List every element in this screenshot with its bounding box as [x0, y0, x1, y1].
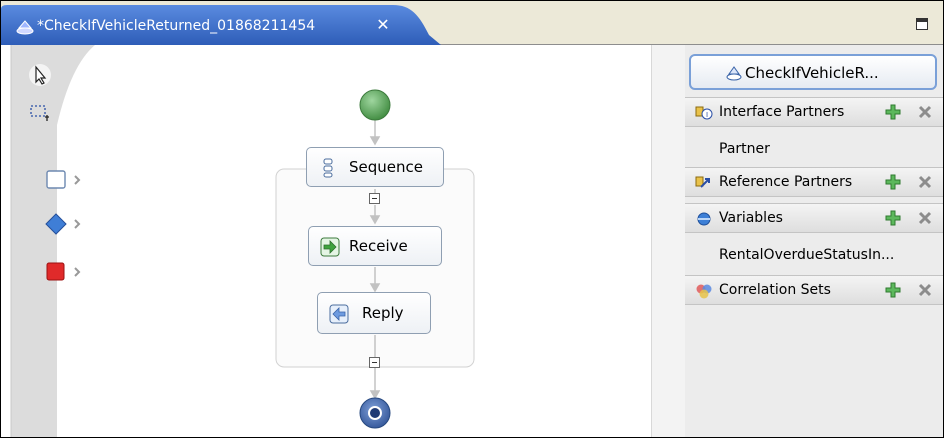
receive-activity[interactable]: Receive: [308, 226, 442, 266]
bpel-process-icon: [16, 20, 34, 35]
interface-partners-icon: I: [695, 106, 713, 120]
editor-tab[interactable]: *CheckIfVehicleReturned_01868211454 ✕: [1, 5, 441, 45]
start-node[interactable]: [359, 89, 391, 121]
maximize-icon[interactable]: [916, 18, 928, 30]
close-icon[interactable]: ✕: [374, 16, 392, 34]
delete-icon[interactable]: [917, 282, 933, 298]
section-correlation-sets[interactable]: Correlation Sets: [685, 275, 943, 305]
section-label: Reference Partners: [719, 174, 853, 190]
reply-activity[interactable]: Reply: [317, 292, 431, 334]
add-icon[interactable]: [885, 210, 901, 226]
variable-item[interactable]: RentalOverdueStatusIn...: [685, 241, 943, 271]
panel-divider[interactable]: [651, 45, 686, 437]
process-button-label: CheckIfVehicleR...: [745, 64, 879, 82]
receive-icon: [320, 237, 340, 257]
add-icon[interactable]: [885, 174, 901, 190]
delete-icon[interactable]: [917, 174, 933, 190]
section-interface-partners[interactable]: I Interface Partners: [685, 97, 943, 127]
tab-title: *CheckIfVehicleReturned_01868211454: [37, 18, 316, 34]
add-icon[interactable]: [885, 282, 901, 298]
add-icon[interactable]: [885, 104, 901, 120]
collapse-sequence-icon[interactable]: [369, 193, 380, 204]
red-square-icon[interactable]: [45, 261, 91, 283]
marquee-select-icon[interactable]: [29, 101, 51, 123]
sequence-label: Sequence: [349, 158, 423, 176]
receive-label: Receive: [349, 237, 408, 255]
section-label: Variables: [719, 210, 783, 226]
section-label: Interface Partners: [719, 104, 845, 120]
collapse-sequence-bottom-icon[interactable]: [369, 357, 380, 368]
reply-icon: [329, 304, 349, 324]
section-variables[interactable]: Variables: [685, 203, 943, 233]
section-label: Correlation Sets: [719, 282, 831, 298]
delete-icon[interactable]: [917, 104, 933, 120]
blue-diamond-icon[interactable]: [45, 213, 91, 235]
correlation-sets-icon: [696, 284, 712, 299]
partner-label: Partner: [719, 141, 770, 157]
sequence-icon: [323, 158, 333, 178]
reply-label: Reply: [362, 304, 404, 322]
arrow-pointer-icon[interactable]: [29, 63, 51, 87]
delete-icon[interactable]: [917, 210, 933, 226]
sequence-activity[interactable]: Sequence: [306, 147, 444, 187]
bpel-editor-window: *CheckIfVehicleReturned_01868211454 ✕ Se…: [0, 0, 944, 438]
section-reference-partners[interactable]: Reference Partners: [685, 167, 943, 197]
white-square-icon[interactable]: [45, 169, 91, 191]
variable-label: RentalOverdueStatusIn...: [719, 247, 895, 263]
bpel-process-icon: [726, 66, 742, 81]
svg-text:I: I: [706, 111, 708, 119]
process-canvas[interactable]: Sequence Receive Reply: [95, 45, 651, 437]
reference-partners-icon: [695, 176, 710, 188]
partner-item[interactable]: Partner: [685, 135, 943, 165]
variables-icon: [697, 212, 711, 226]
process-button[interactable]: CheckIfVehicleR...: [689, 54, 937, 90]
